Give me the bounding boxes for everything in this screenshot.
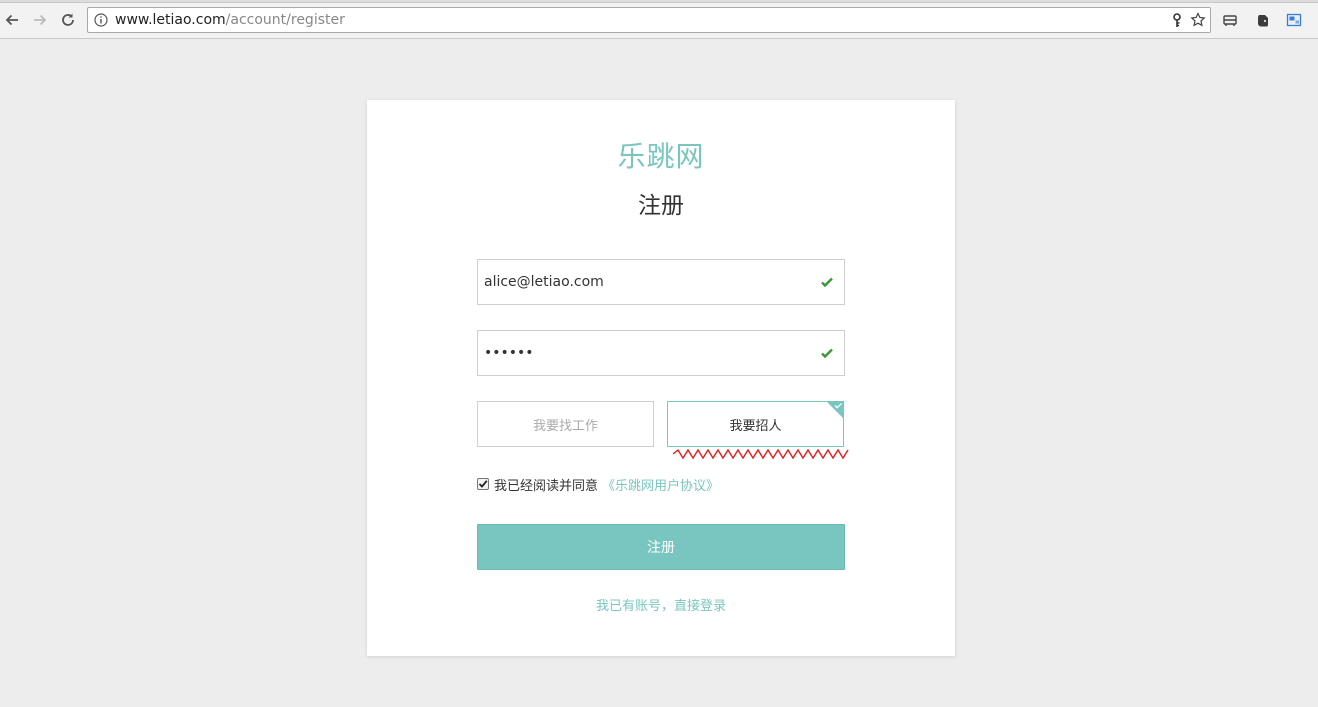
address-bar[interactable]: www.letiao.com/account/register — [87, 7, 1211, 33]
register-card: 乐跳网 注册 我要找工作 我要招人 我已经阅读并同意 《乐跳网用户协议》 — [367, 100, 955, 656]
valid-check-icon — [821, 348, 833, 359]
login-link[interactable]: 我已有账号，直接登录 — [367, 595, 955, 614]
role-job-seeker-label: 我要找工作 — [532, 418, 598, 434]
forward-button[interactable] — [28, 8, 52, 32]
back-arrow-icon — [5, 14, 18, 26]
extension-icon — [1223, 15, 1237, 26]
forward-arrow-icon — [34, 14, 47, 26]
extension-button-3[interactable] — [1285, 11, 1303, 29]
back-button[interactable] — [0, 8, 24, 32]
bookmark-star-icon[interactable] — [1190, 12, 1206, 28]
browser-toolbar: www.letiao.com/account/register — [0, 3, 1318, 39]
key-icon[interactable] — [1171, 13, 1183, 28]
agreement-row: 我已经阅读并同意 《乐跳网用户协议》 — [477, 474, 719, 494]
register-button[interactable]: 注册 — [477, 524, 845, 570]
url-path: /account/register — [225, 12, 345, 28]
info-icon[interactable] — [94, 13, 108, 27]
role-recruiter-button[interactable]: 我要招人 — [667, 401, 844, 447]
email-input[interactable] — [478, 260, 808, 304]
url-text: www.letiao.com/account/register — [115, 12, 345, 29]
email-field[interactable] — [477, 259, 845, 305]
agreement-link[interactable]: 《乐跳网用户协议》 — [602, 475, 719, 494]
selected-corner-check-icon — [826, 401, 844, 419]
evernote-icon — [1258, 15, 1268, 27]
spellcheck-underline — [673, 448, 849, 460]
page-title: 注册 — [638, 193, 684, 219]
valid-check-icon — [821, 277, 833, 288]
password-field[interactable] — [477, 330, 845, 376]
brand-logo: 乐跳网 — [617, 140, 705, 173]
url-host: www.letiao.com — [115, 12, 226, 28]
role-recruiter-label: 我要招人 — [729, 418, 782, 434]
extension-button-1[interactable] — [1221, 11, 1239, 29]
agree-checkbox[interactable] — [477, 478, 489, 490]
reload-icon — [62, 13, 74, 26]
agree-text: 我已经阅读并同意 — [494, 478, 599, 494]
role-job-seeker-button[interactable]: 我要找工作 — [477, 401, 654, 447]
checkmark-icon — [478, 480, 488, 488]
screenshot-icon — [1286, 13, 1302, 27]
password-input[interactable] — [478, 331, 808, 375]
extension-button-2[interactable] — [1254, 11, 1272, 29]
reload-button[interactable] — [56, 8, 80, 32]
